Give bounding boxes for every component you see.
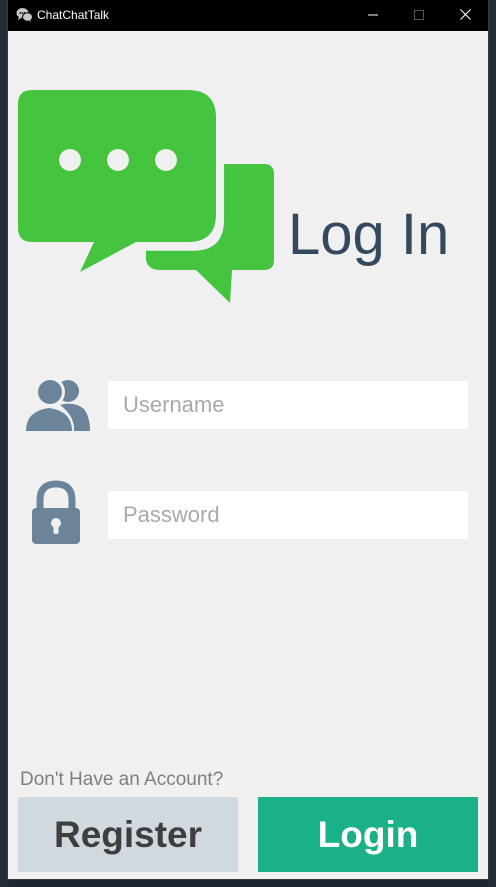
chat-bubbles-icon — [16, 7, 33, 23]
title-bar[interactable]: ChatChatTalk — [8, 0, 488, 31]
login-button-label: Login — [317, 813, 419, 855]
register-button[interactable]: Register — [18, 797, 238, 872]
lock-icon — [30, 480, 82, 546]
window-title: ChatChatTalk — [37, 8, 110, 22]
minimize-button[interactable] — [350, 0, 396, 31]
users-icon — [22, 375, 90, 431]
maximize-icon — [414, 7, 424, 25]
page-title: Log In — [288, 202, 450, 267]
background-editor-right — [488, 0, 496, 887]
login-panel: Log In Don't Have — [8, 31, 488, 879]
close-icon — [459, 7, 471, 25]
no-account-prompt: Don't Have an Account? — [20, 769, 224, 790]
maximize-button[interactable] — [396, 0, 442, 31]
username-field[interactable] — [108, 381, 468, 429]
chat-bubbles-logo — [16, 88, 276, 304]
minimize-icon — [368, 7, 378, 25]
close-button[interactable] — [442, 0, 488, 31]
register-button-label: Register — [53, 813, 203, 855]
login-button[interactable]: Login — [258, 797, 478, 872]
password-field[interactable] — [108, 491, 468, 539]
app-window: ChatChatTalk Log In Username Don't Have … — [8, 0, 488, 879]
